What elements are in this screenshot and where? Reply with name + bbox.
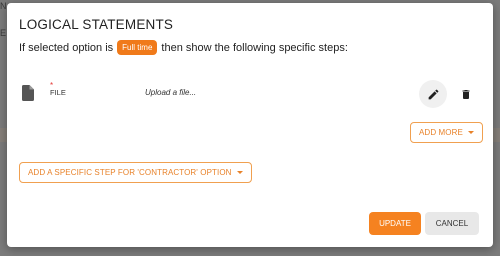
upload-file-link[interactable]: Upload a file... (145, 88, 196, 97)
statement-prefix: If selected option is (19, 41, 114, 54)
add-specific-step-label: ADD A SPECIFIC STEP FOR 'CONTRACTOR' OPT… (28, 168, 232, 177)
statement-suffix: then show the following specific steps: (161, 41, 348, 54)
add-more-label: ADD MORE (419, 128, 463, 137)
caret-down-icon (467, 131, 474, 134)
logical-statements-dialog: LOGICAL STATEMENTS If selected option is… (7, 3, 493, 247)
cancel-button[interactable]: CANCEL (425, 212, 479, 235)
file-label: FILE (50, 88, 66, 97)
edit-step-button[interactable] (419, 80, 447, 108)
add-specific-step-button[interactable]: ADD A SPECIFIC STEP FOR 'CONTRACTOR' OPT… (19, 162, 252, 183)
add-more-button[interactable]: ADD MORE (410, 122, 483, 143)
caret-down-icon (236, 171, 243, 174)
pencil-icon (428, 89, 438, 99)
document-icon (22, 85, 34, 101)
update-button[interactable]: UPDATE (369, 212, 421, 235)
file-step-row: * FILE Upload a file... (19, 80, 481, 108)
trash-icon (462, 89, 470, 99)
statement-sentence: If selected option is Full time then sho… (19, 40, 348, 55)
selected-option-chip: Full time (117, 40, 158, 55)
dialog-title: LOGICAL STATEMENTS (19, 17, 174, 32)
delete-step-button[interactable] (455, 83, 477, 105)
